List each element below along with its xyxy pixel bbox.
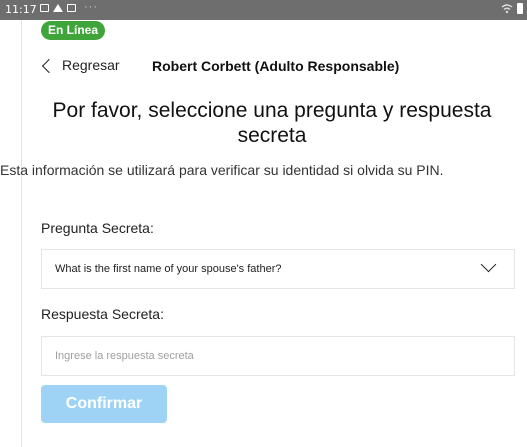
back-label: Regresar [62, 57, 120, 73]
online-badge: En Línea [41, 21, 106, 40]
status-icons-right [501, 3, 523, 14]
question-value: What is the first name of your spouse's … [55, 263, 282, 275]
confirm-button[interactable]: Confirmar [41, 385, 167, 423]
chevron-left-icon [41, 58, 57, 73]
back-button[interactable]: Regresar [41, 57, 120, 73]
status-icons [40, 4, 76, 12]
info-text: Esta información se utilizará para verif… [0, 162, 444, 178]
status-time: 11:17 [5, 3, 37, 16]
image-icon [40, 4, 49, 12]
status-overflow: ··· [84, 1, 98, 13]
page-title: Por favor, seleccione una pregunta y res… [52, 99, 492, 147]
chevron-down-icon [480, 256, 497, 273]
wifi-icon [501, 3, 513, 13]
answer-input[interactable] [41, 336, 515, 376]
cloud-icon [53, 4, 63, 12]
answer-label: Respuesta Secreta: [41, 306, 164, 322]
question-select[interactable]: What is the first name of your spouse's … [41, 249, 515, 289]
left-border [21, 20, 22, 447]
status-bar: 11:17 ··· [0, 0, 527, 20]
header-user-name: Robert Corbett (Adulto Responsable) [152, 58, 400, 74]
battery-icon [517, 3, 523, 14]
question-label: Pregunta Secreta: [41, 220, 154, 236]
photo-icon [67, 4, 76, 12]
